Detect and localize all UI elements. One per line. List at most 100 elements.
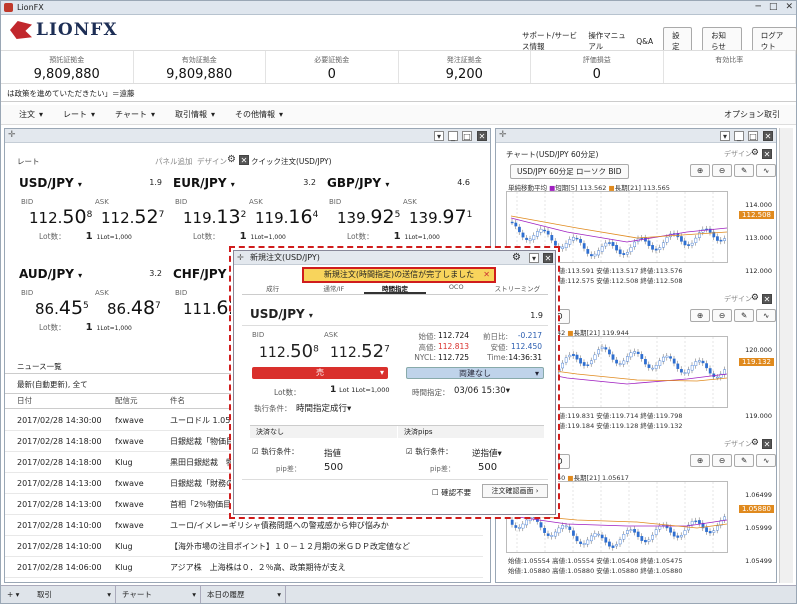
stop-checkbox[interactable]: ☑ 執行条件：: [406, 446, 453, 457]
order-confirm-button[interactable]: 注文確認画面 ›: [482, 484, 548, 498]
bid-price[interactable]: 111.62: [183, 297, 241, 319]
gear-icon[interactable]: ⚙: [512, 251, 521, 265]
zoom-in-icon[interactable]: ⊕: [690, 454, 711, 467]
limit-pip-input[interactable]: 500: [324, 462, 343, 473]
chart-design-link[interactable]: デザイン: [724, 149, 752, 159]
menu-order[interactable]: 注文: [19, 105, 35, 124]
zoom-out-icon[interactable]: ⊖: [712, 454, 733, 467]
close-chart-button[interactable]: ✕: [762, 149, 772, 159]
close-chart-button[interactable]: ✕: [762, 294, 772, 304]
limit-type[interactable]: 指値: [324, 447, 341, 459]
rate-card-audjpy[interactable]: AUD/JPY ▾ 3.2 BID ASK 86.455 86.487 Lot数…: [19, 267, 164, 337]
chart-design-link[interactable]: デザイン: [724, 439, 752, 449]
tab-oco[interactable]: OCO: [426, 283, 487, 294]
dialog-titlebar[interactable]: ✛ 新規注文(USD/JPY) ⚙ ▾ ✕: [234, 251, 555, 265]
news-filter[interactable]: 最新(自動更新), 全て: [17, 379, 88, 390]
maximize-panel-button[interactable]: □: [748, 131, 758, 141]
zoom-in-icon[interactable]: ⊕: [690, 309, 711, 322]
scrollbar[interactable]: [779, 128, 793, 583]
stop-pip-input[interactable]: 500: [478, 462, 497, 473]
col-title[interactable]: 件名: [170, 394, 185, 408]
panel-menu-button[interactable]: ▾: [720, 131, 730, 141]
gear-icon[interactable]: ⚙: [751, 293, 759, 303]
news-ticker[interactable]: は政策を進めていただきたい」＝遠藤: [1, 86, 796, 102]
news-row[interactable]: 2017/02/28 14:06:00 Klug アジア株 上海株は０．２％高、政策…: [5, 557, 483, 578]
chart-symbol-tab[interactable]: USD/JPY 60分足 ローソク BID: [510, 164, 629, 179]
support-link[interactable]: サポート/サービス情報: [522, 30, 578, 52]
move-icon[interactable]: ✛: [237, 251, 244, 265]
ask-price[interactable]: 139.971: [409, 206, 472, 228]
gear-icon[interactable]: ⚙: [751, 148, 759, 158]
bid-price[interactable]: 139.925: [337, 206, 400, 228]
zoom-in-icon[interactable]: ⊕: [690, 164, 711, 177]
panel-add-link[interactable]: パネル追加: [155, 156, 193, 167]
dialog-pair[interactable]: USD/JPY ▾: [250, 307, 313, 321]
bottom-tab-chart[interactable]: チャート ▾: [116, 586, 201, 603]
sell-button[interactable]: 売 ▾: [252, 367, 388, 379]
news-row[interactable]: 2017/02/28 14:10:00 fxwave ユーロ/イメレ＝ギリシャ債務問…: [5, 515, 483, 536]
limit-checkbox[interactable]: ☑ 執行条件：: [252, 446, 299, 457]
close-panel-button[interactable]: ✕: [477, 131, 487, 141]
indicator-icon[interactable]: ∿: [756, 309, 777, 322]
dialog-ask-price[interactable]: 112.527: [330, 341, 390, 362]
hedge-select[interactable]: 両建なし ▾: [406, 367, 544, 379]
bottom-tab-history[interactable]: 本日の履歴 ▾: [201, 586, 286, 603]
tab-time-specified[interactable]: 時間指定: [364, 283, 426, 294]
minimize-button[interactable]: ─: [756, 1, 761, 13]
maximize-panel-button[interactable]: □: [462, 131, 472, 141]
panel-menu-button[interactable]: ▾: [434, 131, 444, 141]
close-panel-button[interactable]: ✕: [763, 131, 773, 141]
indicator-icon[interactable]: ∿: [756, 454, 777, 467]
stop-type[interactable]: 逆指値▾: [472, 447, 502, 459]
ask-price[interactable]: 112.527: [101, 206, 164, 228]
exec-select[interactable]: 時間指定成行▾: [296, 402, 351, 414]
draw-icon[interactable]: ✎: [734, 309, 755, 322]
design-link[interactable]: デザイン: [197, 156, 227, 167]
minimize-panel-button[interactable]: _: [734, 131, 744, 141]
time-select[interactable]: 03/06 15:30▾: [454, 386, 510, 396]
move-icon[interactable]: ✛: [499, 130, 507, 140]
move-icon[interactable]: ✛: [8, 130, 16, 140]
bottom-tab-trade[interactable]: 取引 ▾: [31, 586, 116, 603]
manual-link[interactable]: 操作マニュアル: [588, 30, 626, 52]
close-rate-button[interactable]: ✕: [239, 155, 249, 165]
bid-price[interactable]: 86.455: [35, 297, 89, 319]
menu-option-trade[interactable]: オプション取引: [724, 105, 780, 125]
tab-normal-if[interactable]: 通常/IF: [303, 283, 364, 294]
gear-icon[interactable]: ⚙: [227, 154, 236, 165]
draw-icon[interactable]: ✎: [734, 164, 755, 177]
indicator-icon[interactable]: ∿: [756, 164, 777, 177]
bid-price[interactable]: 112.508: [29, 206, 92, 228]
close-dialog-button[interactable]: ✕: [543, 253, 553, 263]
menu-rate[interactable]: レート: [63, 105, 87, 124]
menu-other-info[interactable]: その他情報: [235, 105, 275, 124]
minimize-panel-button[interactable]: _: [448, 131, 458, 141]
banner-close-icon[interactable]: ✕: [483, 269, 490, 281]
maximize-button[interactable]: □: [769, 1, 778, 13]
zoom-out-icon[interactable]: ⊖: [712, 164, 733, 177]
ask-price[interactable]: 119.164: [255, 206, 318, 228]
draw-icon[interactable]: ✎: [734, 454, 755, 467]
rate-card-eurjpy[interactable]: EUR/JPY ▾ 3.2 BID ASK 119.132 119.164 Lo…: [173, 176, 318, 246]
zoom-out-icon[interactable]: ⊖: [712, 309, 733, 322]
menu-chart[interactable]: チャート: [115, 105, 147, 124]
menu-trade-info[interactable]: 取引情報: [175, 105, 207, 124]
add-tab-button[interactable]: + ▾: [1, 586, 31, 603]
lot-input[interactable]: 1 Lot 1Lot=1,000: [330, 385, 389, 395]
rate-card-usdjpy[interactable]: USD/JPY ▾ 1.9 BID ASK 112.508 112.527 Lo…: [19, 176, 164, 246]
close-chart-button[interactable]: ✕: [762, 439, 772, 449]
col-source[interactable]: 配信元: [115, 394, 138, 408]
rate-card-gbpjpy[interactable]: GBP/JPY ▾ 4.6 BID ASK 139.925 139.971 Lo…: [327, 176, 472, 246]
bid-price[interactable]: 119.132: [183, 206, 246, 228]
skip-confirm-checkbox[interactable]: ☐ 確認不要: [432, 487, 471, 498]
news-row[interactable]: 2017/02/28 14:10:00 Klug 【海外市場の注目ポイント】１０－１…: [5, 536, 483, 557]
minimize-dialog-button[interactable]: ▾: [529, 253, 539, 263]
quick-order-tab[interactable]: クイック注文(USD/JPY): [251, 156, 332, 167]
tab-market[interactable]: 成行: [242, 283, 303, 294]
ask-price[interactable]: 86.487: [107, 297, 161, 319]
gear-icon[interactable]: ⚙: [751, 438, 759, 448]
col-date[interactable]: 日付: [17, 394, 32, 408]
close-button[interactable]: ✕: [785, 1, 793, 13]
tab-streaming[interactable]: ストリーミング: [487, 283, 548, 294]
chart-design-link[interactable]: デザイン: [724, 294, 752, 304]
